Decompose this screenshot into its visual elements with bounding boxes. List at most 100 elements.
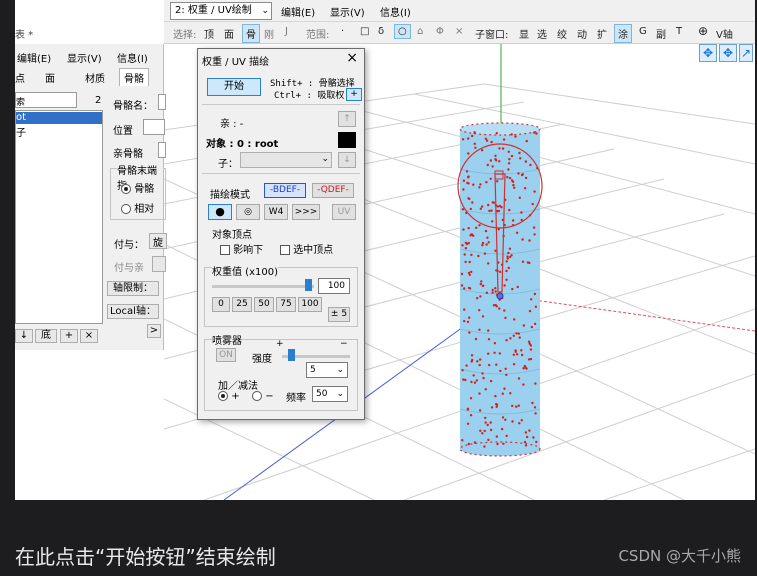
selected-checkbox[interactable]: 选中顶点 xyxy=(280,241,333,256)
move-bottom-button[interactable]: 底 xyxy=(35,329,57,343)
weight-slider-thumb[interactable] xyxy=(305,279,312,291)
close-icon[interactable]: × xyxy=(346,50,358,66)
influence-checkbox[interactable]: 影响下 xyxy=(220,241,263,256)
move-down-button[interactable]: ↓ xyxy=(15,329,33,343)
select-face-button[interactable]: 面 xyxy=(224,26,234,41)
subwin-twist-button[interactable]: 绞 xyxy=(557,26,567,41)
plus-button[interactable]: + xyxy=(346,88,362,101)
bone-list[interactable]: ot 子 xyxy=(15,110,103,324)
position-input[interactable] xyxy=(143,119,165,135)
down-arrow-icon[interactable]: ↓ xyxy=(338,152,356,168)
plus-minus-5-button[interactable]: ± 5 xyxy=(328,307,350,322)
vertex-dot xyxy=(524,176,528,180)
strength-slider-thumb[interactable] xyxy=(288,349,296,361)
vertex-dot xyxy=(522,324,526,327)
range-point-button[interactable]: · xyxy=(341,26,344,37)
add-bone-button[interactable]: + xyxy=(60,329,78,343)
target-color-swatch[interactable] xyxy=(338,132,356,148)
vertex-dot xyxy=(496,442,499,446)
cylinder-mesh[interactable] xyxy=(459,122,541,457)
menu-info[interactable]: 信息(I) xyxy=(380,4,411,19)
select-joint-button[interactable]: J xyxy=(285,26,288,37)
vertex-dot xyxy=(535,132,538,135)
crosshair-icon[interactable]: ⊕ xyxy=(698,24,708,38)
vertex-dot xyxy=(468,316,471,319)
up-arrow-icon[interactable]: ↑ xyxy=(338,111,356,127)
preset-0-button[interactable]: 0 xyxy=(212,297,230,312)
subwin-select-button[interactable]: 选 xyxy=(537,26,547,41)
select-bone-button[interactable]: 骨 xyxy=(242,24,260,43)
spray-on-button[interactable]: ON xyxy=(216,348,236,362)
vertex-dot xyxy=(533,322,537,326)
tab-material[interactable]: 材质 xyxy=(85,70,105,85)
add-radio[interactable]: + xyxy=(218,391,240,402)
qdef-button[interactable]: -QDEF- xyxy=(312,183,354,198)
subwin-paint-button[interactable]: 涂 xyxy=(614,24,632,43)
sub-radio[interactable]: − xyxy=(252,391,274,402)
bone-search-input[interactable]: 索 xyxy=(15,92,77,108)
mode-ring-button[interactable]: ◎ xyxy=(236,204,260,220)
tab-vertex[interactable]: 点 xyxy=(15,70,25,85)
bone-list-item[interactable]: 子 xyxy=(16,124,26,139)
vertex-dot xyxy=(487,438,490,442)
vertex-dot xyxy=(469,207,472,211)
weight-slider-track[interactable] xyxy=(212,285,314,288)
range-x-button[interactable]: × xyxy=(455,26,463,37)
subwin-display-button[interactable]: 显 xyxy=(519,26,529,41)
tilt-view-icon[interactable]: ↗ xyxy=(739,44,753,62)
rotate-view-icon[interactable]: ✥ xyxy=(719,44,737,62)
range-circle-button[interactable]: ○ xyxy=(394,24,411,39)
range-rect-button[interactable]: □ xyxy=(360,26,369,37)
mode-solid-button[interactable]: ● xyxy=(208,204,232,220)
bone-name-input[interactable] xyxy=(158,94,166,110)
child-dropdown[interactable]: ⌄ xyxy=(240,152,332,168)
range-house-button[interactable]: ⌂ xyxy=(417,26,423,37)
bone-list-item[interactable]: ot xyxy=(16,112,102,124)
preset-100-button[interactable]: 100 xyxy=(298,297,322,312)
strength-select[interactable]: 5 ⌄ xyxy=(306,362,348,378)
expand-button[interactable]: > xyxy=(147,324,161,338)
mode-dropdown[interactable]: 2: 权重 / UV绘制 ⌄ xyxy=(170,2,272,20)
select-rigid-button[interactable]: 刚 xyxy=(264,26,274,41)
move-view-icon[interactable]: ✥ xyxy=(699,44,717,62)
left-menu-info[interactable]: 信息(I) xyxy=(117,50,148,65)
menu-view[interactable]: 显示(V) xyxy=(330,4,365,19)
parent-bone-input[interactable] xyxy=(158,142,166,158)
left-menu-view[interactable]: 显示(V) xyxy=(67,50,102,65)
mode-chain-button[interactable]: >>> xyxy=(292,204,320,220)
frequency-select[interactable]: 50 ⌄ xyxy=(312,386,348,402)
delete-bone-button[interactable]: × xyxy=(80,329,98,343)
subwin-g-button[interactable]: G xyxy=(639,26,647,37)
menu-edit[interactable]: 编辑(E) xyxy=(281,4,315,19)
bdef-button[interactable]: -BDEF- xyxy=(264,183,306,198)
vertex-dot xyxy=(533,131,536,134)
tab-bone[interactable]: 骨骼 xyxy=(119,68,149,86)
frequency-label: 频率 xyxy=(286,393,306,404)
vertex-dot xyxy=(493,351,496,354)
assign-rotate-button[interactable]: 旋 xyxy=(149,233,167,249)
start-button[interactable]: 开始 xyxy=(207,78,261,96)
subwin-t-button[interactable]: T xyxy=(676,26,682,37)
subwin-expand-button[interactable]: 扩 xyxy=(597,26,607,41)
tail-option-bone[interactable]: 骨骼 xyxy=(121,180,154,195)
preset-50-button[interactable]: 50 xyxy=(254,297,274,312)
weight-input[interactable]: 100 xyxy=(318,278,350,294)
subwin-sub-button[interactable]: 副 xyxy=(656,26,666,41)
select-vertex-button[interactable]: 顶 xyxy=(204,26,214,41)
preset-25-button[interactable]: 25 xyxy=(232,297,252,312)
dialog-title: 权重 / UV 描绘 xyxy=(202,57,270,68)
vertex-dot xyxy=(490,140,493,144)
assign-parent-input[interactable] xyxy=(152,256,166,272)
axis-limit-button[interactable]: 轴限制： xyxy=(107,281,159,296)
mode-w4-button[interactable]: W4 xyxy=(264,204,288,220)
preset-75-button[interactable]: 75 xyxy=(276,297,296,312)
mode-uv-button[interactable]: UV xyxy=(332,204,356,220)
left-menu-edit[interactable]: 编辑(E) xyxy=(17,50,51,65)
local-axis-button[interactable]: Local轴： xyxy=(107,304,159,319)
range-delta-button[interactable]: δ xyxy=(378,26,384,37)
subwin-move-button[interactable]: 动 xyxy=(577,26,587,41)
range-phi-button[interactable]: Φ xyxy=(436,26,444,37)
tail-option-relative[interactable]: 相对 xyxy=(121,200,154,215)
tab-face[interactable]: 面 xyxy=(45,70,55,85)
v-axis-label[interactable]: V轴 xyxy=(716,26,733,41)
